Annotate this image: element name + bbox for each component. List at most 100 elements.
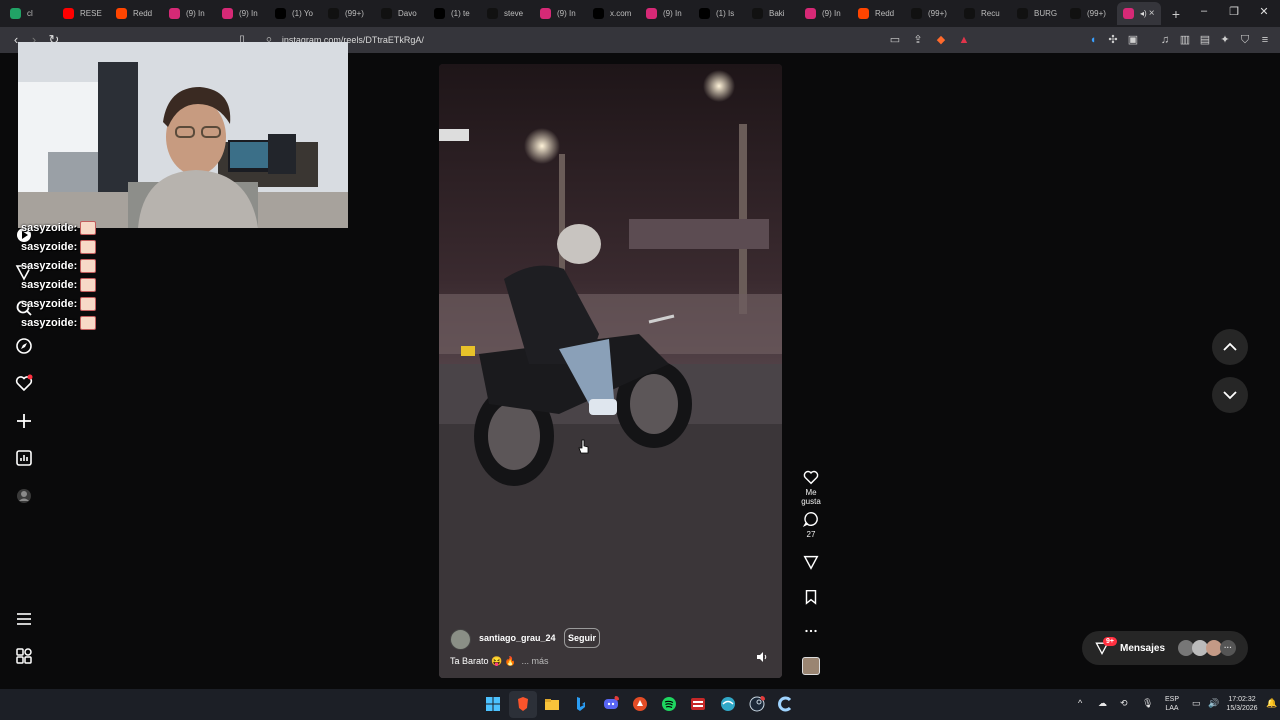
app-icon[interactable] <box>690 696 706 712</box>
next-reel-button[interactable] <box>1212 377 1248 413</box>
share-icon[interactable]: ⇪ <box>911 33 925 47</box>
profile-avatar[interactable] <box>14 486 34 506</box>
messages-pill[interactable]: 9+ Mensajes ··· <box>1082 631 1248 665</box>
browser-tab[interactable]: (9) In <box>640 2 692 25</box>
browser-tab[interactable]: (1) te <box>428 2 480 25</box>
browser-tab[interactable]: (9) In <box>216 2 268 25</box>
tab-audio-icon[interactable]: ◂) <box>1140 9 1147 18</box>
close-window-icon[interactable]: ✕ <box>1256 5 1272 18</box>
heart-icon[interactable] <box>802 468 820 486</box>
reel-video-frame <box>439 64 782 678</box>
browser-tab[interactable]: Baki <box>746 2 798 25</box>
browser-tab[interactable]: cl <box>4 2 56 25</box>
address-bar[interactable]: ⚲ instagram.com/reels/DTtraETkRgA/ <box>256 30 976 50</box>
browser-tab[interactable]: RESE <box>57 2 109 25</box>
screenshot-icon[interactable]: ▣ <box>1126 33 1140 47</box>
sidebar-icon[interactable]: ▥ <box>1178 33 1192 47</box>
create-plus-icon[interactable] <box>14 411 34 431</box>
steam-icon[interactable] <box>749 696 765 712</box>
restore-icon[interactable]: ❐ <box>1226 5 1242 18</box>
audio-thumbnail[interactable] <box>802 657 820 675</box>
save-action[interactable] <box>796 588 826 606</box>
file-explorer-icon[interactable] <box>544 696 560 712</box>
volume-icon[interactable]: 🔊 <box>1208 699 1219 708</box>
author-avatar[interactable] <box>450 629 471 650</box>
tab-close-icon[interactable]: × <box>1149 8 1155 19</box>
new-tab-button[interactable]: + <box>1166 6 1186 22</box>
windows-start-icon[interactable] <box>485 696 501 712</box>
more-icon[interactable] <box>802 622 820 640</box>
discord-icon[interactable] <box>603 696 619 712</box>
input-language[interactable]: ESP LAA <box>1162 695 1182 713</box>
follow-button[interactable]: Seguir <box>564 628 600 648</box>
share-action[interactable] <box>796 553 826 571</box>
share-icon[interactable] <box>802 553 820 571</box>
comment-action[interactable]: 27 <box>796 510 826 539</box>
browser-tab[interactable]: Davo <box>375 2 427 25</box>
browser-icon[interactable] <box>720 696 736 712</box>
tiktok-icon <box>752 8 763 19</box>
x-icon <box>699 8 710 19</box>
tiktok-icon <box>328 8 339 19</box>
display-icon[interactable]: ▭ <box>1192 699 1201 708</box>
bing-icon[interactable] <box>573 696 589 712</box>
browser-tab[interactable]: x.com <box>587 2 639 25</box>
chat-message: sasyzoide: <box>21 240 97 254</box>
browser-tab[interactable]: (9) In <box>534 2 586 25</box>
network-icon[interactable]: ⟲ <box>1120 699 1128 708</box>
browser-tab[interactable]: (99+) <box>322 2 374 25</box>
browser-tab[interactable]: (99+) <box>905 2 957 25</box>
spreadsheet-icon <box>10 8 21 19</box>
browser-tab[interactable]: (1) Yo <box>269 2 321 25</box>
minimize-icon[interactable]: – <box>1196 5 1212 17</box>
microphone-icon[interactable]: 🎙 <box>1142 699 1153 708</box>
brave-icon[interactable] <box>515 696 531 712</box>
comment-icon[interactable] <box>802 510 820 528</box>
show-hidden-icons-icon[interactable]: ^ <box>1078 699 1082 708</box>
browser-tab[interactable]: (99+) <box>1064 2 1116 25</box>
browser-tab[interactable]: BURG <box>1011 2 1063 25</box>
menu-icon[interactable]: ≡ <box>1258 33 1272 47</box>
browser-tab[interactable]: (9) In <box>163 2 215 25</box>
app-icon[interactable] <box>778 696 794 712</box>
author-username[interactable]: santiago_grau_24 <box>479 633 556 643</box>
also-from-meta-icon[interactable] <box>14 646 34 666</box>
brave-rewards-icon[interactable]: ▲ <box>957 33 971 47</box>
language-code: ESP <box>1164 696 1179 703</box>
browser-tab[interactable]: Redd <box>852 2 904 25</box>
bookmark-icon[interactable] <box>802 588 820 606</box>
browser-tab[interactable]: (1) Is <box>693 2 745 25</box>
notifications-heart-icon[interactable] <box>14 373 34 393</box>
more-menu-icon[interactable] <box>14 609 34 629</box>
explore-icon[interactable] <box>14 336 34 356</box>
browser-tab[interactable]: Redd <box>110 2 162 25</box>
wallet-icon[interactable]: ▤ <box>1198 33 1212 47</box>
previous-reel-button[interactable] <box>1212 329 1248 365</box>
clock[interactable]: 17:02:32 15/3/2026 <box>1222 695 1262 713</box>
comment-count: 27 <box>806 530 816 539</box>
brave-shield-icon[interactable]: ◆ <box>934 33 948 47</box>
like-action[interactable]: Me gusta <box>796 468 826 506</box>
app-icon[interactable] <box>632 696 648 712</box>
browser-tab[interactable]: Recu <box>958 2 1010 25</box>
cast-icon[interactable]: ▭ <box>888 33 902 47</box>
reel-video[interactable] <box>439 64 782 678</box>
spotify-icon[interactable] <box>661 696 677 712</box>
tab-label: (9) In <box>822 9 841 18</box>
audio-toggle-icon[interactable] <box>756 651 768 663</box>
translate-icon[interactable]: ◖ <box>1086 33 1100 47</box>
browser-tab[interactable]: steve <box>481 2 533 25</box>
vpn-icon[interactable]: ⛉ <box>1238 33 1252 47</box>
notification-bell-icon[interactable]: 🔔 <box>1266 699 1277 708</box>
browser-tab[interactable]: (9) In <box>799 2 851 25</box>
dashboard-icon[interactable] <box>14 448 34 468</box>
onedrive-icon[interactable]: ☁ <box>1098 699 1107 708</box>
more-link[interactable]: ... más <box>521 656 548 666</box>
extensions-icon[interactable]: ✣ <box>1106 33 1120 47</box>
browser-tab-active[interactable]: ◂) × <box>1117 2 1161 25</box>
tab-label: Redd <box>875 9 895 18</box>
media-icon[interactable]: ♫ <box>1158 33 1172 47</box>
more-options-action[interactable] <box>796 622 826 640</box>
leo-ai-icon[interactable]: ✦ <box>1218 33 1232 47</box>
tab-label: (9) In <box>239 9 258 18</box>
